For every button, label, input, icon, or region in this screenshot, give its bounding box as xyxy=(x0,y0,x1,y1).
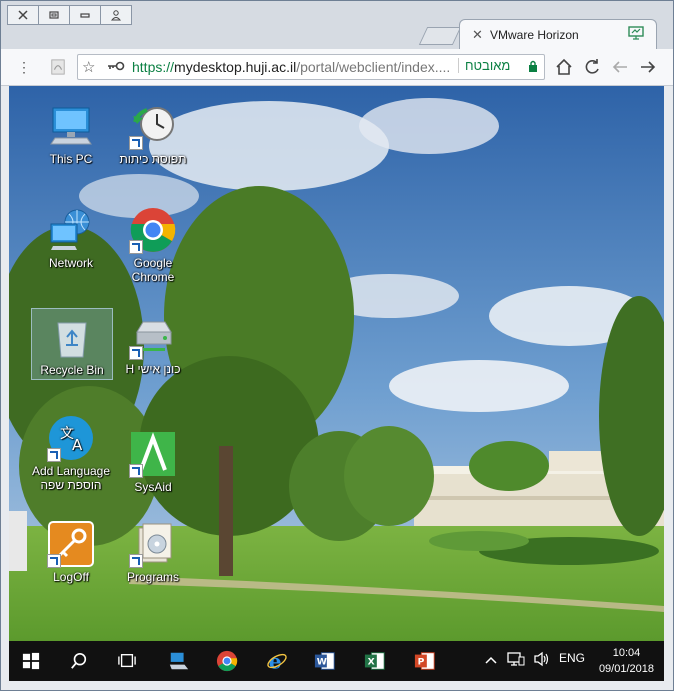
internet-explorer-icon: e xyxy=(267,650,287,672)
taskbar-internet-explorer[interactable]: e xyxy=(263,647,291,675)
taskbar-this-pc[interactable] xyxy=(165,647,193,675)
clock-time: 10:04 xyxy=(612,647,641,659)
task-view-icon xyxy=(118,654,136,668)
network-icon xyxy=(50,209,90,250)
desktop-icon-add-language[interactable]: 文 A Add Language הוספת שפה xyxy=(31,414,111,492)
minimize-window-button[interactable] xyxy=(69,5,101,25)
icon-label: SysAid xyxy=(134,480,172,494)
taskbar-excel[interactable]: X xyxy=(361,647,389,675)
shortcut-arrow-icon xyxy=(129,136,143,150)
shortcut-arrow-icon xyxy=(129,240,143,254)
shortcut-arrow-icon xyxy=(129,554,143,568)
system-clock[interactable]: 10:04 09/01/2018 xyxy=(599,645,654,677)
icon-label: תפוסת כיתות xyxy=(119,152,187,166)
taskbar-word[interactable]: W xyxy=(311,647,339,675)
word-icon: W xyxy=(314,652,335,670)
icon-label: Network xyxy=(48,256,93,270)
icon-label: Google Chrome xyxy=(131,256,175,284)
icon-label: Add Language הוספת שפה xyxy=(31,464,111,492)
menu-icon[interactable]: ⋮ xyxy=(15,58,33,76)
svg-text:P: P xyxy=(418,657,425,668)
recycle-bin-icon xyxy=(57,322,87,358)
remote-desktop[interactable]: This PC תפוסת כיתות Network Google Chrom… xyxy=(9,86,664,641)
input-language-indicator[interactable]: ENG xyxy=(559,651,585,665)
profile-button[interactable] xyxy=(100,5,132,25)
desktop-icon-class-occupancy[interactable]: תפוסת כיתות xyxy=(113,102,193,166)
user-icon xyxy=(110,10,122,21)
desktop-icon-this-pc[interactable]: This PC xyxy=(31,102,111,166)
close-icon xyxy=(18,10,28,20)
desktop-icon-logoff[interactable]: LogOff xyxy=(31,520,111,584)
restore-icon xyxy=(49,11,59,19)
clock-date: 09/01/2018 xyxy=(598,663,654,675)
address-bar[interactable]: ☆ https://mydesktop.huji.ac.il/portal/we… xyxy=(77,54,545,80)
reload-button[interactable] xyxy=(583,58,601,76)
lock-icon xyxy=(529,60,537,72)
search-button[interactable] xyxy=(65,647,93,675)
shortcut-arrow-icon xyxy=(47,448,61,462)
forward-button[interactable] xyxy=(639,58,657,76)
excel-icon: X xyxy=(364,652,385,670)
minimize-icon xyxy=(80,13,90,18)
close-window-button[interactable] xyxy=(7,5,39,25)
vmware-favicon-icon xyxy=(628,26,644,40)
back-arrow-icon xyxy=(612,61,627,73)
desktop-icon-personal-drive[interactable]: H כונן אישי xyxy=(113,312,193,376)
home-icon xyxy=(556,58,572,75)
svg-text:X: X xyxy=(368,657,375,668)
tab-title: VMware Horizon xyxy=(490,28,579,42)
icon-label: Programs xyxy=(126,570,179,584)
icon-label: LogOff xyxy=(53,570,89,584)
search-icon xyxy=(71,652,87,669)
desktop-icon-network[interactable]: Network xyxy=(31,206,111,270)
taskbar-chrome[interactable] xyxy=(213,647,241,675)
back-button[interactable] xyxy=(611,58,629,76)
computer-icon xyxy=(50,107,92,145)
task-view-button[interactable] xyxy=(113,647,141,675)
icon-label: Recycle Bin xyxy=(40,363,104,377)
icon-label: This PC xyxy=(49,152,93,166)
key-icon[interactable] xyxy=(106,59,126,73)
windows-taskbar: e W X P ENG 10:04 09/01/2018 xyxy=(9,641,664,681)
icon-label: H כונן אישי xyxy=(125,362,181,376)
pdf-extension-icon[interactable] xyxy=(49,58,67,76)
volume-icon[interactable] xyxy=(533,651,551,670)
svg-text:A: A xyxy=(72,436,83,454)
shortcut-arrow-icon xyxy=(129,464,143,478)
forward-arrow-icon xyxy=(641,61,656,73)
browser-toolbar: ⋮ ☆ https://mydesktop.huji.ac.il/portal/… xyxy=(1,49,673,86)
computer-icon xyxy=(169,652,189,670)
shortcut-arrow-icon xyxy=(47,554,61,568)
new-tab-button[interactable] xyxy=(418,27,462,45)
desktop-icon-programs[interactable]: Programs xyxy=(113,520,193,584)
url-text: https://mydesktop.huji.ac.il/portal/webc… xyxy=(132,59,451,75)
taskbar-powerpoint[interactable]: P xyxy=(411,647,439,675)
browser-window: ✕ VMware Horizon ⋮ ☆ https://mydesktop.h… xyxy=(0,0,674,691)
secure-label: מאובטח xyxy=(458,58,510,73)
tab-vmware-horizon[interactable]: ✕ VMware Horizon xyxy=(459,19,657,50)
start-button[interactable] xyxy=(17,647,45,675)
chrome-icon xyxy=(216,650,238,672)
bookmark-star-icon[interactable]: ☆ xyxy=(82,58,95,76)
windows-logo-icon xyxy=(22,652,40,670)
restore-window-button[interactable] xyxy=(38,5,70,25)
shortcut-arrow-icon xyxy=(129,346,143,360)
desktop-icon-google-chrome[interactable]: Google Chrome xyxy=(113,206,193,284)
tab-close-icon[interactable]: ✕ xyxy=(472,27,483,43)
show-hidden-icons-chevron-icon[interactable] xyxy=(485,653,497,667)
reload-icon xyxy=(585,59,599,74)
powerpoint-icon: P xyxy=(414,652,435,670)
svg-text:W: W xyxy=(317,657,327,668)
network-status-icon[interactable] xyxy=(507,651,525,670)
home-button[interactable] xyxy=(555,58,573,76)
tab-strip: ✕ VMware Horizon xyxy=(1,1,673,50)
desktop-icon-recycle-bin[interactable]: Recycle Bin xyxy=(31,308,113,380)
desktop-icon-sysaid[interactable]: SysAid xyxy=(113,430,193,494)
